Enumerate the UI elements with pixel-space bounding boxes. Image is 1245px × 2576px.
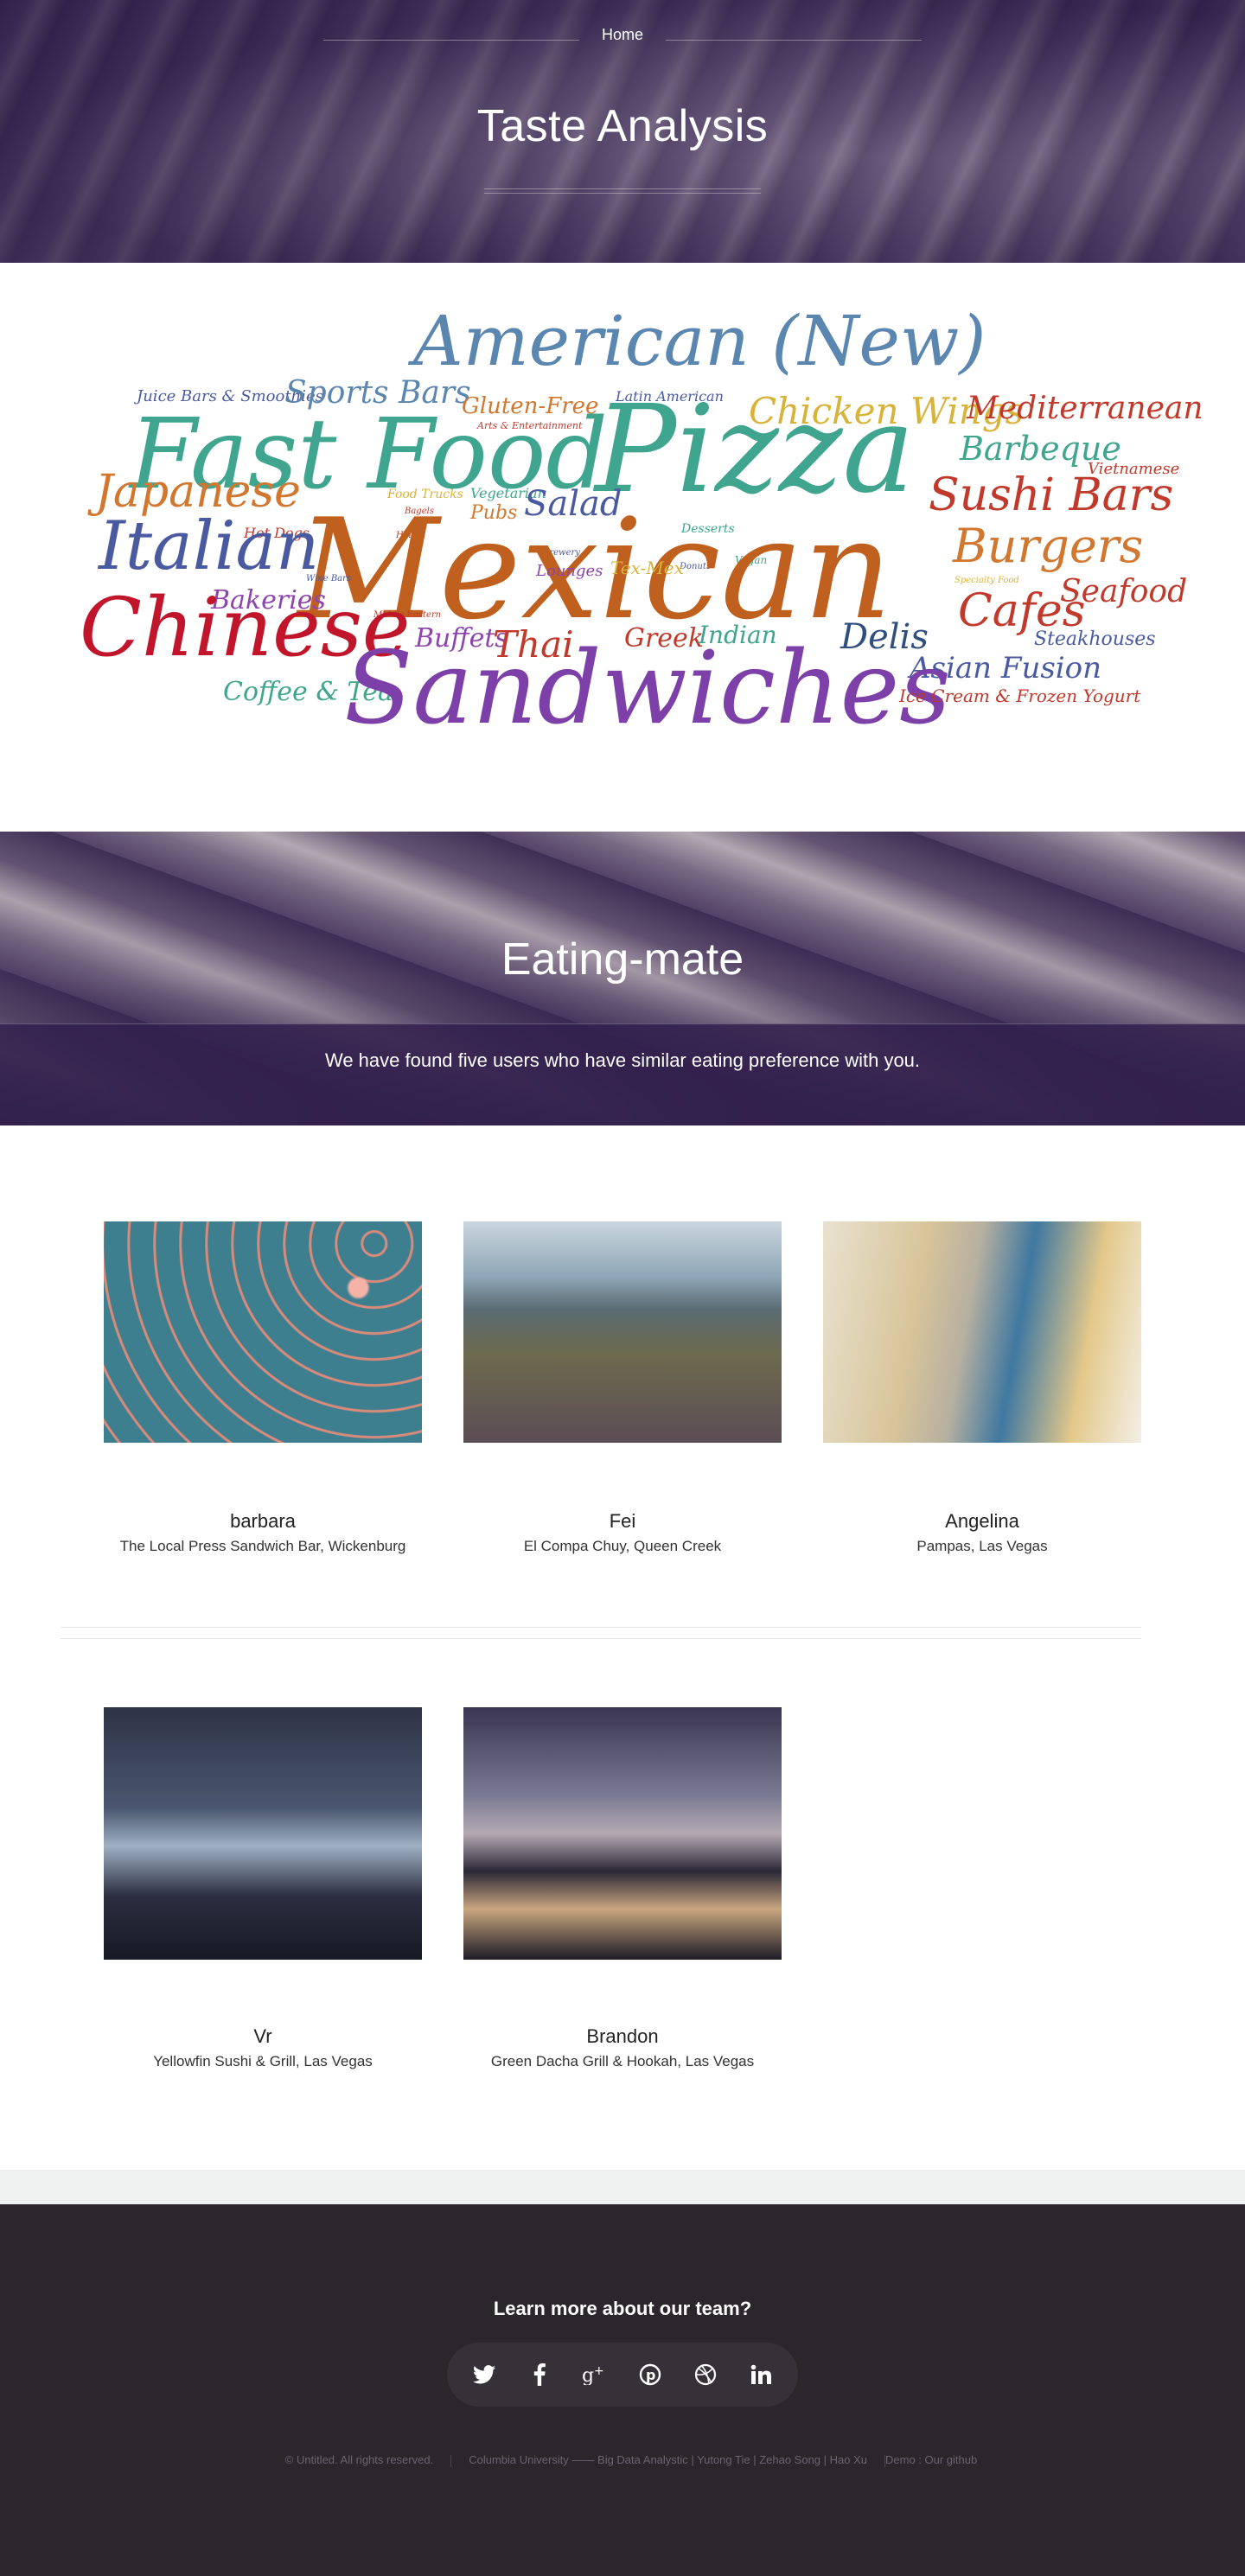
word-cloud-term: Italian — [97, 507, 319, 585]
nav-divider-left — [323, 40, 579, 41]
linkedin-icon[interactable] — [741, 2355, 781, 2394]
svg-text:g: g — [582, 2365, 594, 2385]
copyright-text: © Untitled. All rights reserved. — [284, 2453, 434, 2466]
dribbble-icon[interactable] — [686, 2355, 725, 2394]
user-favorite-place: Yellowfin Sushi & Grill, Las Vegas — [153, 2053, 373, 2069]
eating-mate-subtitle: We have found five users who have simila… — [324, 1049, 921, 1071]
word-cloud-term: Steakhouses — [1034, 628, 1156, 650]
hero-header: Home Taste Analysis — [0, 0, 1245, 263]
footer: Learn more about our team? g + p © Untitl… — [0, 2204, 1245, 2576]
user-card[interactable]: Angelina Pampas, Las Vegas — [823, 1221, 1141, 1555]
svg-text:p: p — [646, 2367, 655, 2383]
nav-home-link[interactable]: Home — [584, 26, 661, 44]
eating-mate-banner: Eating-mate We have found five users who… — [0, 832, 1245, 1125]
user-photo[interactable] — [463, 1707, 782, 1960]
user-card[interactable]: Fei El Compa Chuy, Queen Creek — [463, 1221, 782, 1555]
google-plus-icon[interactable]: g + — [575, 2355, 615, 2394]
user-name: Angelina — [945, 1510, 1019, 1532]
user-card[interactable]: Vr Yellowfin Sushi & Grill, Las Vegas — [104, 1707, 422, 2070]
cuisine-word-cloud: American (New) Juice Bars & Smoothies Spor… — [0, 263, 1245, 832]
social-links: g + p — [447, 2343, 798, 2407]
word-cloud-term: Sandwiches — [344, 630, 951, 747]
footer-top-strip — [0, 2170, 1245, 2204]
word-cloud-term: American (New) — [407, 301, 986, 381]
word-cloud-term: Burgers — [952, 519, 1143, 573]
footer-heading: Learn more about our team? — [493, 2298, 752, 2319]
user-card[interactable]: Brandon Green Dacha Grill & Hookah, Las … — [463, 1707, 782, 2070]
user-photo[interactable] — [104, 1707, 422, 1960]
user-name: Vr — [253, 2025, 272, 2047]
user-favorite-place: Pampas, Las Vegas — [916, 1538, 1048, 1554]
eating-mate-title: Eating-mate — [501, 934, 744, 985]
user-photo[interactable] — [823, 1221, 1141, 1443]
twitter-icon[interactable] — [464, 2355, 504, 2394]
github-demo-link[interactable]: Demo : Our github — [885, 2453, 977, 2466]
user-name: Fei — [609, 1510, 636, 1532]
user-favorite-place: El Compa Chuy, Queen Creek — [523, 1538, 722, 1554]
word-cloud-term: Ice Cream & Frozen Yogurt — [898, 685, 1141, 706]
page-title: Taste Analysis — [476, 101, 769, 151]
title-divider — [484, 188, 761, 194]
svg-text:+: + — [594, 2364, 604, 2378]
top-nav: Home — [0, 26, 1245, 44]
user-favorite-place: The Local Press Sandwich Bar, Wickenburg — [119, 1538, 406, 1554]
user-favorite-place: Green Dacha Grill & Hookah, Las Vegas — [490, 2053, 755, 2069]
word-cloud-term: Tex-Mex — [610, 558, 684, 578]
user-name: barbara — [230, 1510, 296, 1532]
word-cloud-canvas: American (New)Juice Bars & SmoothiesSpor… — [80, 301, 1204, 747]
credits-text: Columbia University —— Big Data Analysti… — [469, 2453, 867, 2466]
subtitle-band — [0, 1023, 1245, 1125]
word-cloud-term: Lounges — [535, 562, 603, 580]
user-name: Brandon — [586, 2025, 659, 2047]
facebook-icon[interactable] — [520, 2355, 559, 2394]
row-divider — [61, 1627, 1141, 1639]
nav-divider-right — [666, 40, 922, 41]
footer-copyright: © Untitled. All rights reserved. Columbia… — [0, 2453, 1245, 2467]
user-card[interactable]: barbara The Local Press Sandwich Bar, Wi… — [104, 1221, 422, 1555]
word-cloud-term: Sushi Bars — [929, 469, 1173, 521]
user-photo[interactable] — [463, 1221, 782, 1443]
pinterest-icon[interactable]: p — [630, 2355, 670, 2394]
user-photo[interactable] — [104, 1221, 422, 1443]
word-cloud-term: Mediterranean — [966, 391, 1204, 426]
word-cloud-term: Specialty Food — [954, 576, 1019, 585]
